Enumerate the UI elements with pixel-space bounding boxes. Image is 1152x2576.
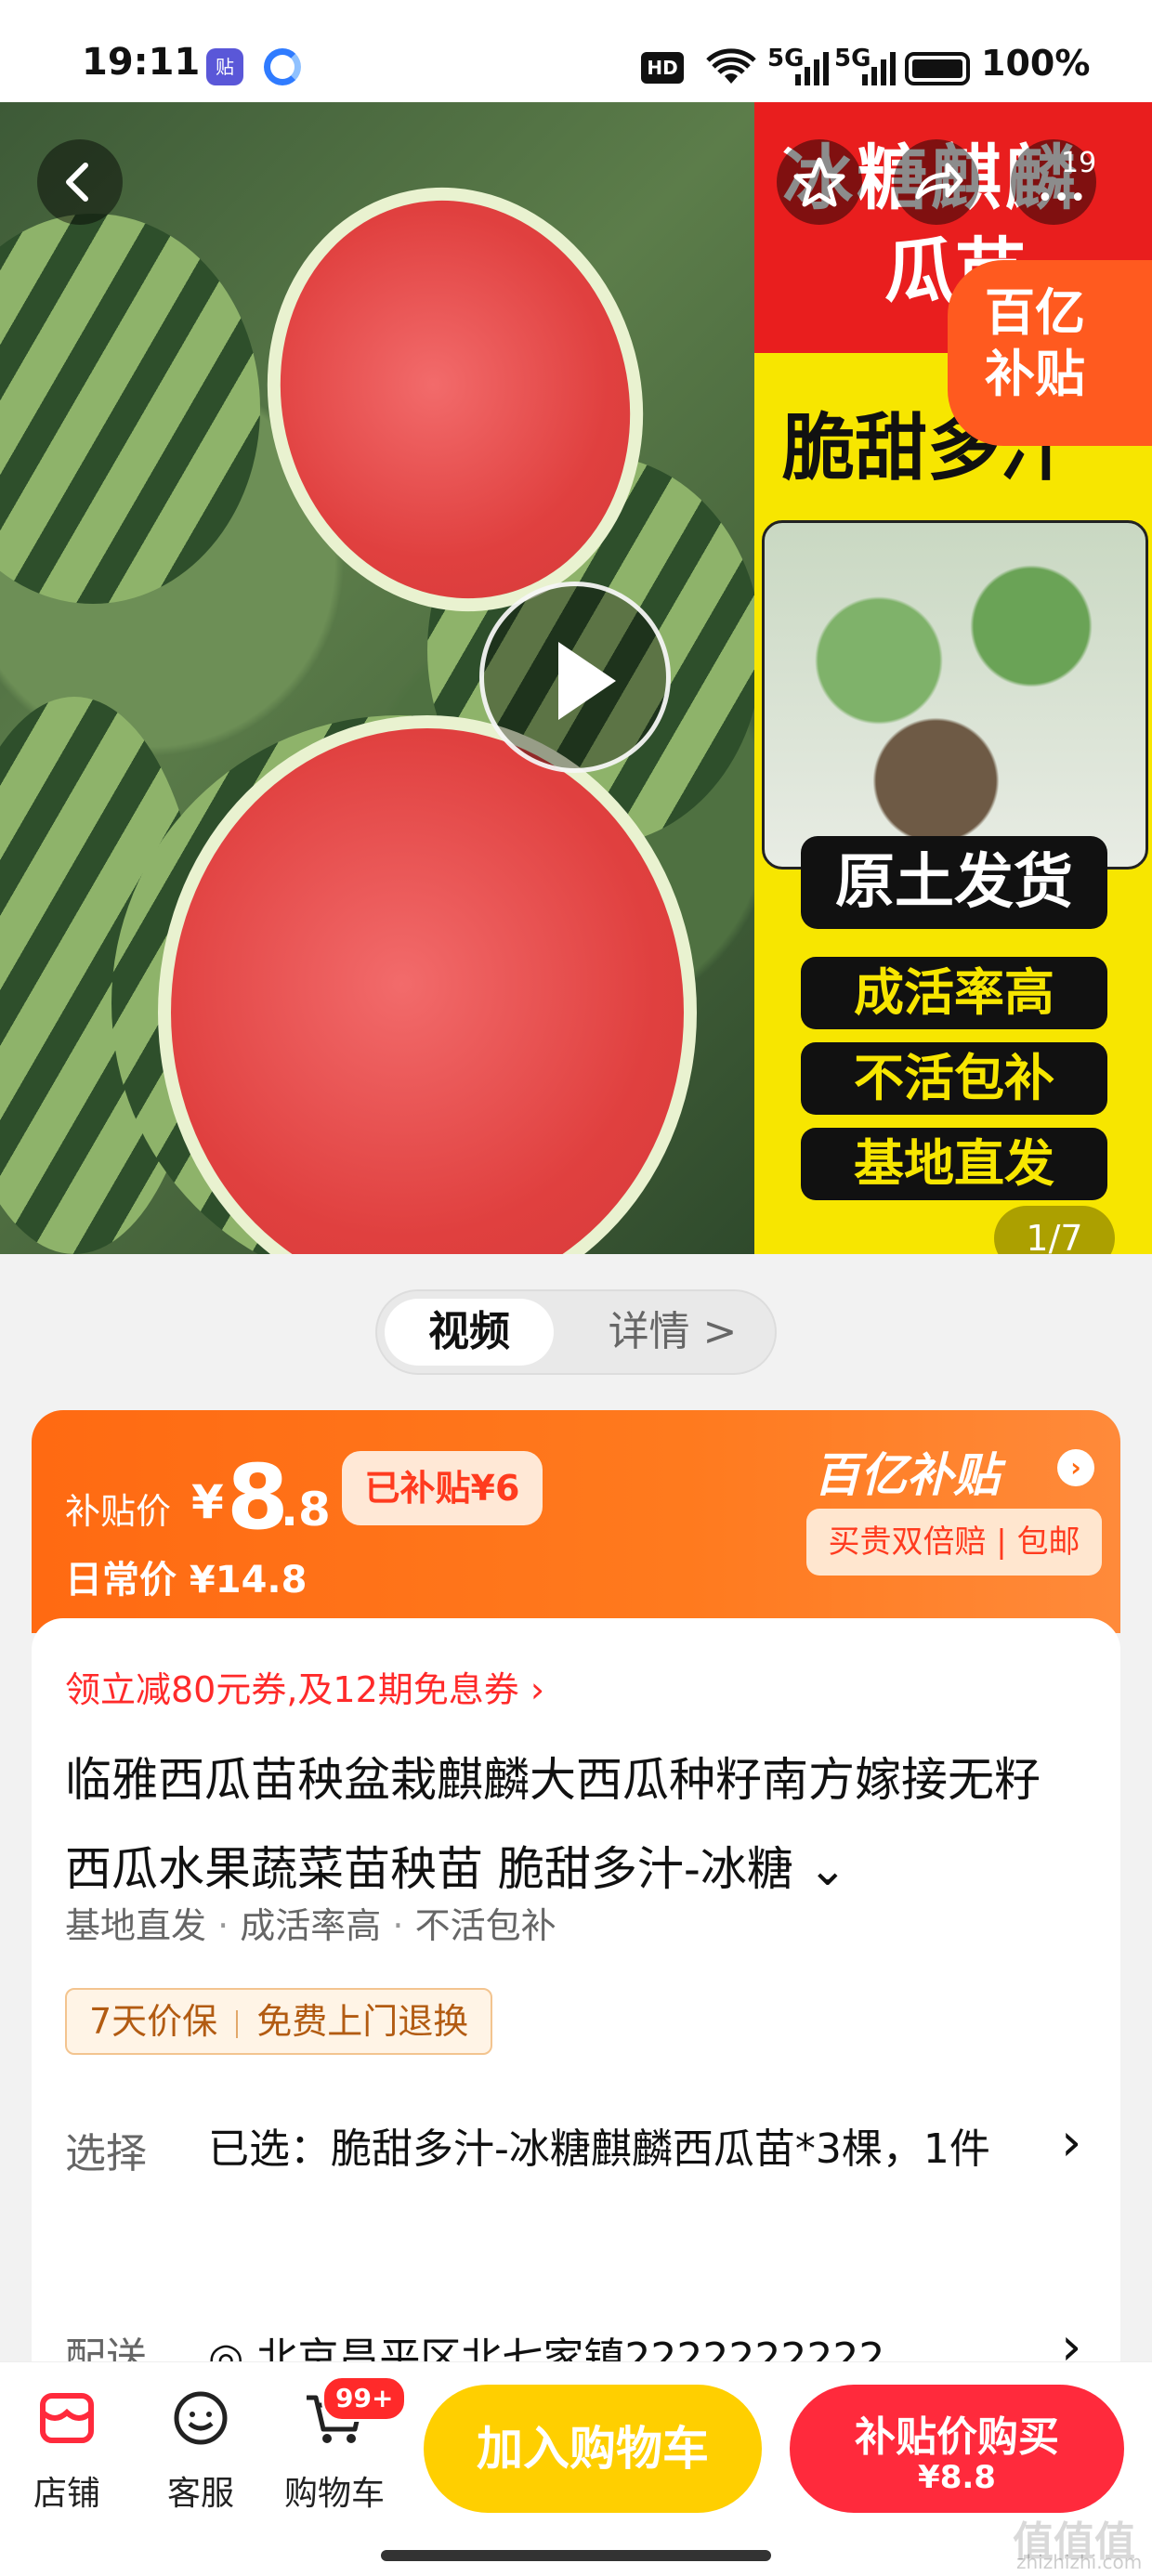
promo-bullet: 成活率高	[801, 957, 1107, 1029]
battery-icon	[905, 52, 970, 85]
guarantee-badge: 买贵双倍赔 | 包邮	[806, 1509, 1102, 1576]
shipping-label: 配送	[65, 2334, 147, 2361]
tab-video[interactable]: 视频	[385, 1299, 554, 1366]
back-arrow-icon	[66, 163, 88, 202]
notification-circle-icon	[264, 48, 301, 85]
daily-price: 日常价 ¥14.8	[65, 1559, 308, 1602]
status-time: 19:11	[82, 41, 201, 84]
subsidy-corner-badge: 百亿 补贴	[948, 260, 1152, 446]
more-button[interactable]: ••• 19	[1011, 139, 1096, 225]
hd-icon: HD	[641, 52, 684, 84]
price-decimal: .8	[281, 1483, 331, 1536]
product-tags: 基地直发 成活率高 不活包补	[65, 1897, 556, 1948]
home-indicator[interactable]	[381, 2550, 771, 2561]
tag-item: 成活率高	[217, 1905, 381, 1946]
status-bar: 19:11 贴 HD 5G 5G 100%	[0, 0, 1152, 102]
wifi-icon	[706, 48, 756, 89]
buy-button-price: ¥8.8	[918, 2459, 996, 2496]
product-info-card: 领立减80元券,及12期免息券 › 临雅西瓜苗秧盆栽麒麟大西瓜种籽南方嫁接无籽西…	[32, 1618, 1120, 2361]
share-icon	[915, 163, 963, 200]
chevron-right-icon[interactable]: ›	[1061, 2112, 1081, 2173]
shipping-address[interactable]: ◎ 北京昌平区北七家镇2222222222	[208, 2324, 884, 2361]
subsidy-badge-line1: 百亿	[985, 283, 1085, 342]
chevron-right-icon[interactable]: ›	[1061, 2317, 1081, 2361]
subsidy-tag: 已补贴¥6	[342, 1451, 543, 1525]
play-video-button[interactable]	[479, 582, 671, 773]
price-currency: ¥	[191, 1475, 224, 1529]
bottom-action-bar: 店铺 客服 购物车 99+ 加入购物车 补贴价购买 ¥8.8	[0, 2361, 1152, 2576]
chevron-right-icon[interactable]: ›	[1057, 1449, 1094, 1486]
share-button[interactable]	[894, 139, 979, 225]
tag-item: 基地直发	[65, 1905, 207, 1946]
watermark-url: zhizhizhi.com	[1016, 2551, 1143, 2573]
promo-badge: 原土发货	[801, 836, 1107, 929]
add-to-cart-button[interactable]: 加入购物车	[424, 2385, 762, 2513]
buy-now-button[interactable]: 补贴价购买 ¥8.8	[790, 2385, 1124, 2513]
cart-tab-label: 购物车	[283, 2475, 385, 2513]
notification-app-icon: 贴	[206, 48, 243, 85]
coupon-link[interactable]: 领立减80元券,及12期免息券 ›	[65, 1661, 544, 1712]
seedling-photo	[762, 520, 1148, 870]
subsidy-brand-link[interactable]: 百亿补贴	[814, 1438, 1000, 1505]
service-price-protect: 7天价保	[89, 2001, 218, 2042]
media-tab-switch: 视频 详情 >	[375, 1289, 777, 1375]
product-title[interactable]: 临雅西瓜苗秧盆栽麒麟大西瓜种籽南方嫁接无籽西瓜水果蔬菜苗秧苗 脆甜多汁-冰糖 ⌄	[65, 1735, 1078, 1914]
service-guarantees[interactable]: 7天价保 免费上门退换	[65, 1988, 493, 2055]
service-free-return: 免费上门退换	[256, 2001, 469, 2042]
signal-bars-icon-2	[862, 50, 899, 91]
cart-count-badge: 99+	[321, 2375, 408, 2422]
select-label: 选择	[65, 2130, 147, 2177]
tag-item: 不活包补	[392, 1905, 556, 1946]
battery-percent: 100%	[981, 43, 1091, 84]
store-icon	[40, 2393, 94, 2443]
price-amount: 8	[227, 1445, 289, 1550]
favorite-button[interactable]	[777, 139, 862, 225]
promo-bullet: 不活包补	[801, 1042, 1107, 1115]
product-image-carousel[interactable]: 冰糖麒麟 瓜苗 脆甜多汁 原土发货 成活率高 不活包补 基地直发 百亿 补贴 •…	[0, 102, 1152, 1254]
favorite-count: 19	[1061, 147, 1097, 179]
subsidy-badge-line2: 补贴	[985, 345, 1085, 403]
store-tab-label: 店铺	[33, 2475, 100, 2513]
selected-variant[interactable]: 已选：脆甜多汁-冰糖麒麟西瓜苗*3棵，1件	[208, 2111, 1044, 2189]
image-counter: 1/7	[994, 1206, 1115, 1254]
service-tab-label: 客服	[166, 2475, 234, 2513]
tab-details[interactable]: 详情 >	[589, 1299, 756, 1366]
price-label: 补贴价	[65, 1491, 172, 1532]
price-banner: 补贴价 ¥ 8 .8 已补贴¥6 日常价 ¥14.8 百亿补贴 › 买贵双倍赔 …	[32, 1410, 1120, 1633]
star-icon	[793, 157, 845, 207]
promo-bullet: 基地直发	[801, 1128, 1107, 1200]
service-icon	[174, 2391, 228, 2445]
buy-button-label: 补贴价购买	[855, 2413, 1059, 2461]
back-button[interactable]	[37, 139, 123, 225]
signal-bars-icon	[795, 50, 832, 91]
